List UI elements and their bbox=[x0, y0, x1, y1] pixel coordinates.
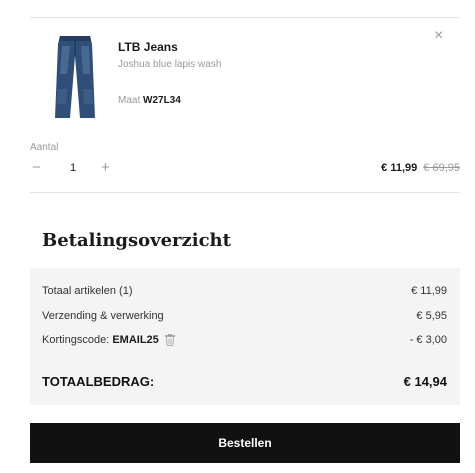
product-title[interactable]: LTB Jeans bbox=[118, 40, 178, 54]
summary-row-value: € 11,99 bbox=[411, 285, 447, 297]
quantity-label: Aantal bbox=[30, 142, 59, 153]
order-button[interactable]: Bestellen bbox=[30, 423, 460, 463]
size-label: Maat bbox=[118, 95, 141, 106]
quantity-plus-button[interactable]: + bbox=[101, 160, 110, 175]
remove-item-close-icon[interactable]: × bbox=[434, 28, 443, 44]
summary-heading: Betalingsoverzicht bbox=[42, 230, 231, 251]
product-size: Maat W27L34 bbox=[118, 95, 181, 106]
discount-label: Kortingscode: EMAIL25 bbox=[42, 334, 175, 346]
price-current: € 11,99 bbox=[381, 162, 418, 174]
summary-row-value: € 5,95 bbox=[416, 310, 447, 322]
trash-icon[interactable] bbox=[164, 334, 175, 346]
quantity-value[interactable]: 1 bbox=[70, 162, 76, 174]
discount-code: EMAIL25 bbox=[112, 334, 159, 346]
price-original: € 69,95 bbox=[423, 162, 460, 174]
summary-total-row: TOTAALBEDRAG: € 14,94 bbox=[42, 374, 447, 389]
summary-row-shipping: Verzending & verwerking € 5,95 bbox=[42, 310, 447, 322]
quantity-minus-button[interactable]: − bbox=[32, 160, 41, 175]
summary-row-items: Totaal artikelen (1) € 11,99 bbox=[42, 285, 447, 297]
summary-row-discount: Kortingscode: EMAIL25 - € 3,00 bbox=[42, 334, 447, 346]
summary-box: Totaal artikelen (1) € 11,99 Verzending … bbox=[30, 268, 460, 405]
summary-row-label: Verzending & verwerking bbox=[42, 310, 164, 322]
item-price: € 11,99 € 69,95 bbox=[381, 162, 460, 174]
size-value: W27L34 bbox=[143, 95, 181, 106]
top-divider bbox=[30, 17, 460, 18]
discount-label-prefix: Kortingscode: bbox=[42, 334, 110, 346]
total-value: € 14,94 bbox=[403, 374, 447, 389]
summary-row-label: Totaal artikelen (1) bbox=[42, 285, 133, 297]
summary-row-value: - € 3,00 bbox=[409, 334, 447, 347]
product-subtitle: Joshua blue lapis wash bbox=[118, 59, 222, 70]
item-divider bbox=[30, 192, 460, 193]
total-label: TOTAALBEDRAG: bbox=[42, 374, 155, 389]
jeans-product-image[interactable] bbox=[50, 34, 100, 120]
